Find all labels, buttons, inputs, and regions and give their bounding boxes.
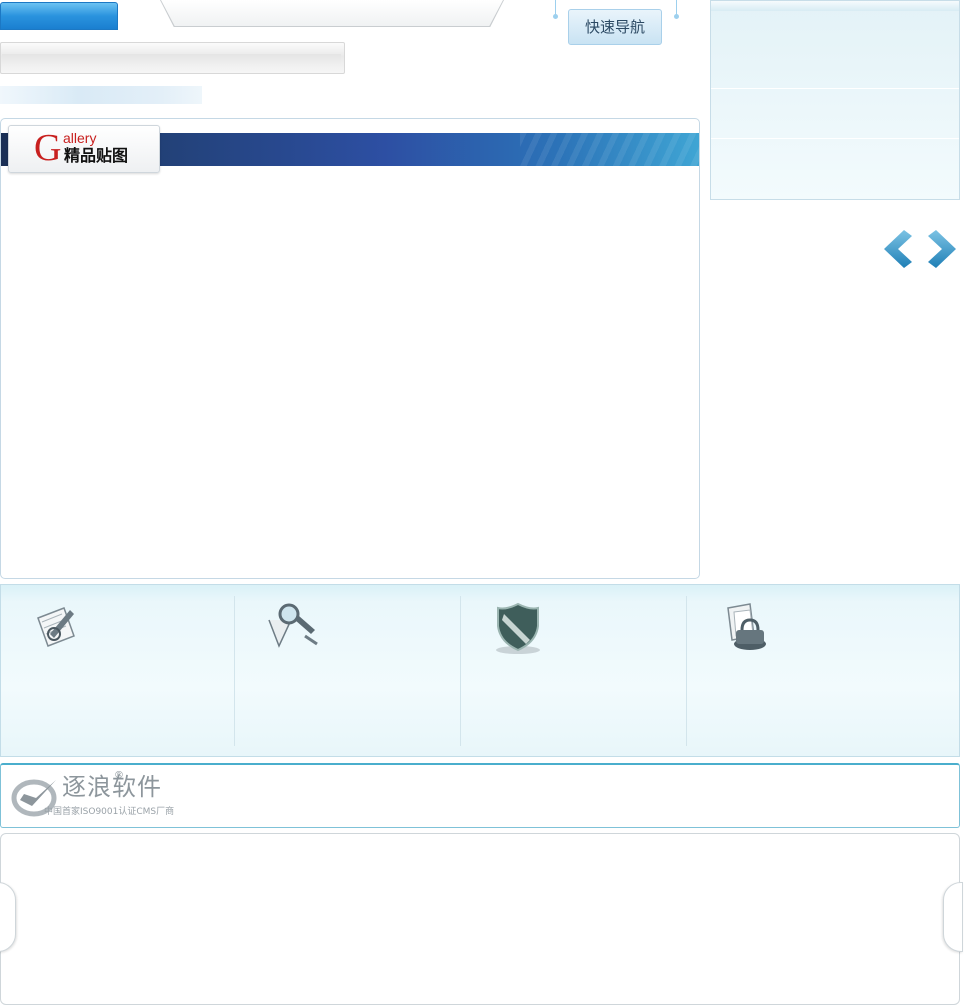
gallery-tab-initial: G <box>34 127 62 169</box>
brand-registered-mark: ® <box>114 770 124 781</box>
gallery-tab-english: allery <box>63 130 97 146</box>
carousel-next-button[interactable] <box>943 882 963 952</box>
quick-nav-button[interactable]: 快速导航 <box>568 9 662 45</box>
quick-nav-hanger-dot-left <box>553 14 558 19</box>
bottom-carousel <box>0 833 960 1005</box>
gallery-panel <box>0 118 700 579</box>
sidebar-panel <box>710 0 960 200</box>
lock-document-icon <box>727 603 766 650</box>
feature-divider <box>686 596 687 746</box>
next-arrow-icon[interactable] <box>926 228 958 270</box>
document-pen-icon <box>37 607 75 647</box>
gallery-banner-stripes <box>520 133 699 166</box>
features-strip <box>0 584 960 757</box>
carousel-prev-button[interactable] <box>0 882 16 952</box>
brand-name: 逐浪软件 <box>62 773 162 801</box>
header-tab[interactable] <box>161 0 503 26</box>
sidebar-divider <box>711 88 959 89</box>
top-nav-tab[interactable] <box>0 2 118 30</box>
shield-icon <box>496 602 540 654</box>
feature-divider <box>234 596 235 746</box>
magnifier-icon <box>268 603 318 648</box>
announcement-bar-stripe <box>2 54 341 64</box>
sidebar-panel-header <box>711 1 959 11</box>
location-bar <box>0 86 202 104</box>
gallery-tab-title: 精品贴图 <box>64 146 129 165</box>
quick-nav-hanger-dot-right <box>674 14 679 19</box>
prev-arrow-icon[interactable] <box>882 228 914 270</box>
brand-tagline: 中国首家ISO9001认证CMS厂商 <box>44 807 175 817</box>
quick-nav: 快速导航 <box>548 0 682 48</box>
feature-divider <box>460 596 461 746</box>
sidebar-divider <box>711 138 959 139</box>
